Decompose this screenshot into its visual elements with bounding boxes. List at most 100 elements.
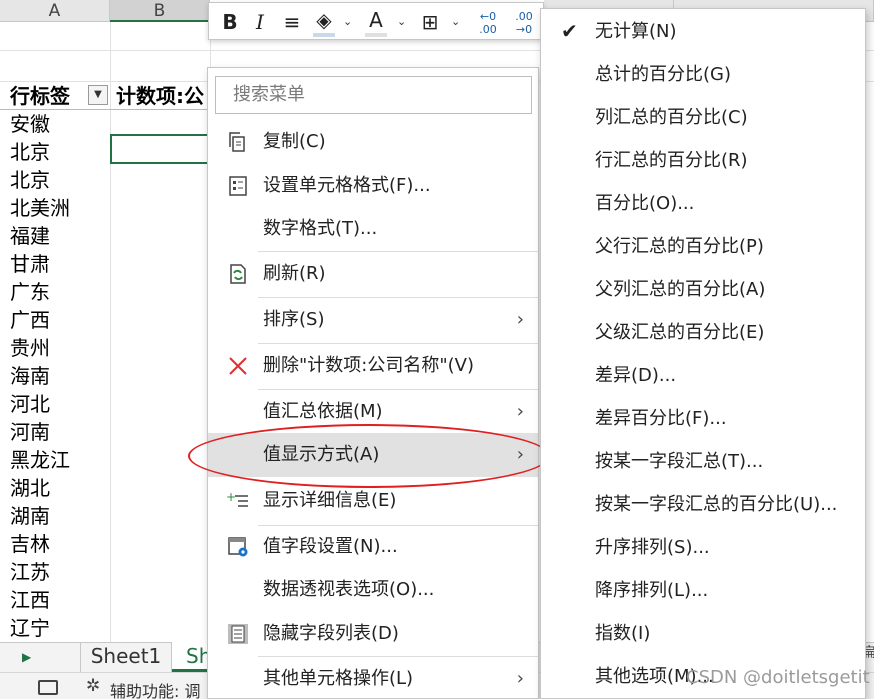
context-menu-item[interactable]: 数据透视表选项(O)... bbox=[208, 568, 538, 612]
decrease-decimal-icon[interactable]: .00 →0 bbox=[507, 7, 541, 37]
pivot-row-cell[interactable]: 北京 bbox=[10, 138, 50, 166]
submenu-item[interactable]: ✔ 无计算(N) bbox=[541, 10, 865, 53]
submenu-item[interactable]: 按某一字段汇总(T)... bbox=[541, 440, 865, 483]
pivot-value-header[interactable]: 计数项:公 bbox=[116, 82, 204, 110]
pivot-row-cell[interactable]: 海南 bbox=[10, 362, 50, 390]
submenu-item-label: 列汇总的百分比(C) bbox=[595, 107, 748, 128]
borders-icon[interactable]: ⊞ bbox=[417, 7, 443, 37]
search-menu-input[interactable]: 搜索菜单 bbox=[215, 76, 532, 114]
menu-separator bbox=[258, 389, 538, 390]
submenu-item[interactable]: 按某一字段汇总的百分比(U)... bbox=[541, 483, 865, 526]
dropdown-triangle-icon[interactable]: ▼ bbox=[88, 85, 108, 105]
pivot-row-cell[interactable]: 湖南 bbox=[10, 502, 50, 530]
submenu-item[interactable]: 差异百分比(F)... bbox=[541, 397, 865, 440]
submenu-item[interactable]: 差异(D)... bbox=[541, 354, 865, 397]
submenu-item-label: 百分比(O)... bbox=[595, 193, 695, 214]
cell-mode-icon bbox=[38, 680, 58, 695]
active-cell-selection[interactable] bbox=[110, 134, 210, 164]
pivot-row-cell[interactable]: 北京 bbox=[10, 166, 50, 194]
menu-separator bbox=[258, 656, 538, 657]
pivot-row-cell[interactable]: 河南 bbox=[10, 418, 50, 446]
submenu-item[interactable]: 列汇总的百分比(C) bbox=[541, 96, 865, 139]
submenu-item[interactable]: 百分比(O)... bbox=[541, 182, 865, 225]
submenu-item-label: 总计的百分比(G) bbox=[595, 64, 731, 85]
pivot-row-cell[interactable]: 福建 bbox=[10, 222, 50, 250]
increase-decimal-icon[interactable]: ←0 .00 bbox=[471, 7, 505, 37]
submenu-item[interactable]: 降序排列(L)... bbox=[541, 569, 865, 612]
submenu-item[interactable]: 父行汇总的百分比(P) bbox=[541, 225, 865, 268]
context-menu-item-label: 数字格式(T)... bbox=[263, 218, 378, 239]
chevron-right-icon: › bbox=[516, 401, 524, 422]
context-menu-item[interactable]: 删除"计数项:公司名称"(V) bbox=[208, 344, 538, 388]
chevron-down-icon[interactable]: ⌄ bbox=[451, 7, 460, 37]
submenu-item-label: 父列汇总的百分比(A) bbox=[595, 279, 766, 300]
sheet-tab-sheet1[interactable]: Sheet1 bbox=[80, 642, 172, 672]
pivot-row-cell[interactable]: 甘肃 bbox=[10, 250, 50, 278]
pivot-row-cell[interactable]: 辽宁 bbox=[10, 614, 50, 642]
context-menu-item[interactable]: 值字段设置(N)... bbox=[208, 525, 538, 569]
accessibility-status[interactable]: 辅助功能: 调 bbox=[110, 678, 200, 699]
pivot-row-cell[interactable]: 广东 bbox=[10, 278, 50, 306]
pivot-row-cell[interactable]: 江苏 bbox=[10, 558, 50, 586]
submenu-item-label: 差异百分比(F)... bbox=[595, 408, 727, 429]
submenu-item-label: 按某一字段汇总的百分比(U)... bbox=[595, 494, 838, 515]
format-cells-icon bbox=[226, 174, 250, 198]
menu-separator bbox=[258, 251, 538, 252]
pivot-row-cell[interactable]: 北美洲 bbox=[10, 194, 70, 222]
submenu-item[interactable]: 升序排列(S)... bbox=[541, 526, 865, 569]
pivot-row-cell[interactable]: 广西 bbox=[10, 306, 50, 334]
context-menu-item[interactable]: 排序(S) › bbox=[208, 298, 538, 342]
fill-color-icon[interactable]: ◈ bbox=[313, 7, 335, 37]
context-menu-item-label: 删除"计数项:公司名称"(V) bbox=[263, 355, 474, 376]
chevron-down-icon[interactable]: ⌄ bbox=[397, 7, 406, 37]
pivot-row-cell[interactable]: 安徽 bbox=[10, 110, 50, 138]
chevron-down-icon[interactable]: ⌄ bbox=[343, 7, 352, 37]
context-menu-item[interactable]: 复制(C) bbox=[208, 120, 538, 164]
font-color-icon[interactable]: A bbox=[365, 7, 387, 37]
submenu-item-label: 指数(I) bbox=[595, 623, 651, 644]
submenu-item-label: 升序排列(S)... bbox=[595, 537, 710, 558]
column-header-b[interactable]: B bbox=[110, 0, 210, 22]
context-menu-item-label: 数据透视表选项(O)... bbox=[263, 579, 435, 600]
context-menu-item[interactable]: 其他单元格操作(L) › bbox=[208, 657, 538, 699]
menu-separator bbox=[258, 525, 538, 526]
context-menu-item-label: 隐藏字段列表(D) bbox=[263, 623, 399, 644]
submenu-item[interactable]: 父列汇总的百分比(A) bbox=[541, 268, 865, 311]
submenu-item-label: 行汇总的百分比(R) bbox=[595, 150, 748, 171]
submenu-item-label: 父级汇总的百分比(E) bbox=[595, 322, 765, 343]
bold-button[interactable]: B bbox=[219, 7, 241, 37]
context-menu-item[interactable]: 数字格式(T)... bbox=[208, 207, 538, 251]
pivot-row-cell[interactable]: 黑龙江 bbox=[10, 446, 70, 474]
copy-icon bbox=[226, 130, 250, 154]
pivot-row-label-header[interactable]: 行标签 bbox=[10, 82, 70, 110]
submenu-item-label: 差异(D)... bbox=[595, 365, 677, 386]
pivot-row-cell[interactable]: 吉林 bbox=[10, 530, 50, 558]
submenu-item[interactable]: 总计的百分比(G) bbox=[541, 53, 865, 96]
align-center-button[interactable]: ≡ bbox=[279, 7, 305, 37]
pivot-row-cell[interactable]: 湖北 bbox=[10, 474, 50, 502]
mini-toolbar: B I ≡ ◈ ⌄ A ⌄ ⊞ ⌄ ←0 .00 .00 →0 bbox=[208, 2, 544, 40]
submenu-item-label: 按某一字段汇总(T)... bbox=[595, 451, 764, 472]
watermark: CSDN @doitletsgetit bbox=[686, 667, 870, 688]
italic-button[interactable]: I bbox=[249, 7, 271, 37]
tab-scroll-right-icon[interactable]: ▶ bbox=[22, 650, 31, 664]
context-menu-item[interactable]: 刷新(R) bbox=[208, 252, 538, 296]
gridline bbox=[110, 22, 111, 642]
submenu-item[interactable]: 指数(I) bbox=[541, 612, 865, 655]
chevron-right-icon: › bbox=[516, 668, 524, 689]
accessibility-icon[interactable]: ✲ bbox=[86, 676, 100, 696]
sheet-tab-active[interactable]: Sh bbox=[172, 642, 212, 672]
submenu-item[interactable]: 父级汇总的百分比(E) bbox=[541, 311, 865, 354]
svg-text:+: + bbox=[226, 490, 236, 504]
submenu-item[interactable]: 行汇总的百分比(R) bbox=[541, 139, 865, 182]
checkmark-icon: ✔ bbox=[561, 19, 578, 43]
context-menu-item[interactable]: 隐藏字段列表(D) bbox=[208, 612, 538, 656]
column-header-a[interactable]: A bbox=[0, 0, 110, 22]
pivot-row-cell[interactable]: 江西 bbox=[10, 586, 50, 614]
annotation-ellipse bbox=[188, 424, 550, 488]
pivot-row-cell[interactable]: 河北 bbox=[10, 390, 50, 418]
delete-icon bbox=[226, 354, 250, 378]
menu-separator bbox=[258, 343, 538, 344]
pivot-row-cell[interactable]: 贵州 bbox=[10, 334, 50, 362]
context-menu-item[interactable]: 设置单元格格式(F)... bbox=[208, 164, 538, 208]
